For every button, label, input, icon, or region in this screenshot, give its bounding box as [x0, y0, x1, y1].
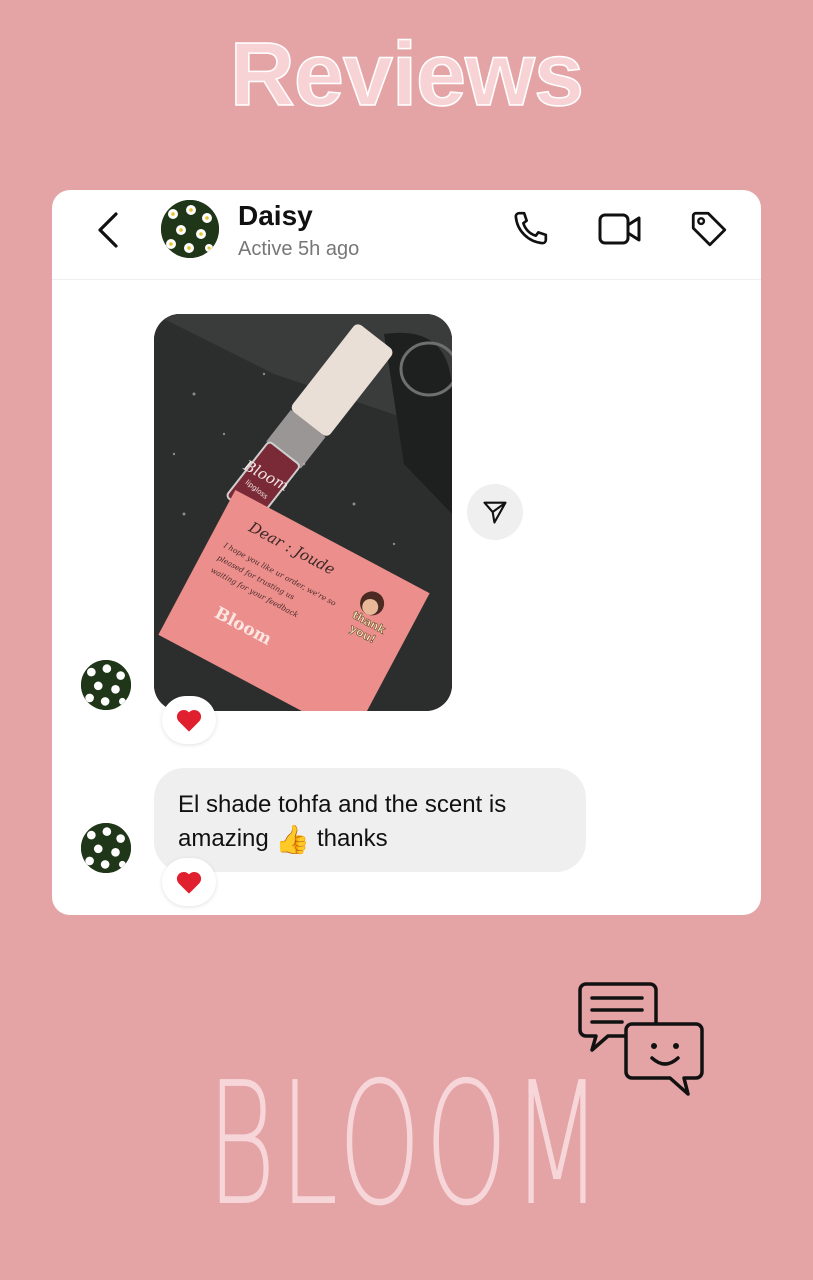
bloom-brand-text: BLOOM [206, 1046, 607, 1244]
contact-avatar[interactable] [161, 200, 219, 258]
heart-reaction[interactable] [162, 858, 216, 906]
order-photo-image: Bloom lipgloss Dear : Joude I hope you l… [154, 314, 452, 711]
share-button[interactable] [467, 484, 523, 540]
sender-avatar[interactable] [81, 823, 131, 873]
tag-button[interactable] [687, 207, 731, 251]
back-chevron-icon [98, 212, 118, 248]
back-button[interactable] [92, 210, 128, 250]
send-icon [483, 501, 507, 524]
active-status: Active 5h ago [238, 238, 360, 260]
heart-reaction[interactable] [162, 696, 216, 744]
daisy-avatar-image [161, 200, 219, 258]
message-photo[interactable]: Bloom lipgloss Dear : Joude I hope you l… [154, 314, 452, 711]
video-camera-icon [598, 213, 641, 245]
daisy-avatar-image [81, 660, 131, 710]
heart-icon [176, 871, 202, 894]
contact-name[interactable]: Daisy [238, 200, 313, 232]
heart-icon [176, 709, 202, 732]
reviews-heading: Reviews [229, 24, 585, 126]
video-call-button[interactable] [598, 207, 642, 251]
daisy-avatar-image [81, 823, 131, 873]
call-button[interactable] [508, 207, 552, 251]
sender-avatar[interactable] [81, 660, 131, 710]
phone-icon [514, 211, 548, 245]
chat-screenshot-card: Daisy Active 5h ago Bloom lipgloss Dear … [52, 190, 761, 915]
thumbs-up-emoji: 👍 [275, 824, 311, 855]
text-message-bubble[interactable]: El shade tohfa and the scent is amazing … [154, 768, 586, 872]
message-text-after: thanks [316, 825, 388, 852]
chat-header: Daisy Active 5h ago [52, 190, 761, 280]
tag-icon [691, 211, 727, 247]
